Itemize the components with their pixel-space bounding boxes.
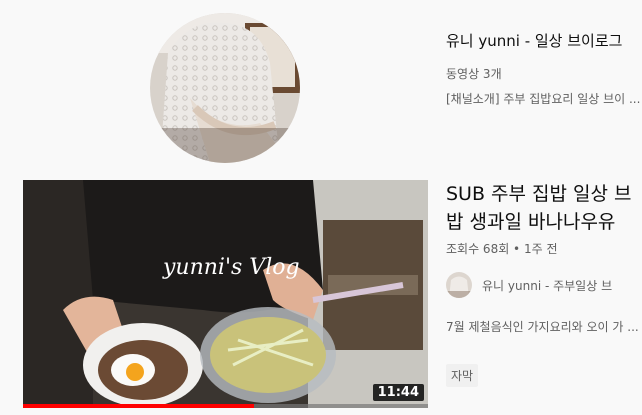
video-title-line2: 밥 생과일 바나나우유 [446, 211, 616, 233]
channel-avatar-icon [150, 13, 300, 163]
watch-progress-track [23, 404, 428, 408]
video-title-line1: SUB 주부 집밥 일상 브 [446, 183, 632, 205]
subtitle-badge: 자막 [446, 364, 479, 387]
duration-badge: 11:44 [372, 384, 424, 401]
channel-video-count: 동영상 3개 [446, 67, 502, 81]
thumbnail-text: yunni's Vlog [163, 255, 300, 280]
video-title[interactable]: SUB 주부 집밥 일상 브 밥 생과일 바나나우유 [446, 180, 642, 236]
video-description: 7월 제철음식인 가지요리와 오이 가 ... [446, 320, 639, 334]
video-thumbnail[interactable]: yunni's Vlog 11:44 [23, 180, 428, 408]
channel-description: [채널소개] 주부 집밥요리 일상 브이 ... [446, 92, 641, 106]
watch-progress-fill [23, 404, 254, 408]
owner-avatar-icon[interactable] [446, 272, 472, 298]
video-owner[interactable]: 유니 yunni - 주부일상 브 [446, 271, 612, 299]
channel-name[interactable]: 유니 yunni - 일상 브이로그 [446, 30, 622, 51]
video-meta: 조회수 68회 • 1주 전 [446, 242, 558, 256]
channel-avatar[interactable] [150, 13, 300, 163]
owner-name[interactable]: 유니 yunni - 주부일상 브 [482, 277, 612, 294]
thumbnail-image [23, 180, 428, 408]
